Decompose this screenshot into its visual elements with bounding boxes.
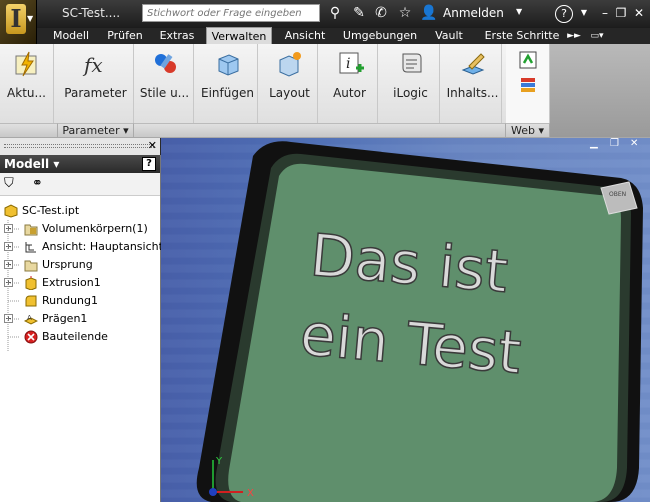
ilogic-button[interactable]: iLogic ▼ [382, 44, 440, 132]
tab-erste-schritte[interactable]: Erste Schritte [477, 28, 567, 44]
graphics-viewport[interactable]: OBEN Das ist ein Test Y X [161, 138, 650, 502]
signin-link[interactable]: Anmelden [443, 6, 504, 20]
group-parameter: Parameter ▾ [58, 123, 134, 137]
update-button[interactable]: Aktu... ▼ [0, 44, 54, 132]
ribbon-tab-bar: Modell Prüfen Extras Verwalten Ansicht U… [0, 27, 650, 45]
lightning-update-icon [15, 51, 36, 77]
search-input[interactable] [142, 4, 320, 22]
browser-title-dropdown[interactable]: Modell ▾ [4, 155, 59, 173]
binoculars-icon[interactable]: ⚲ [326, 4, 344, 22]
close-icon[interactable]: ✕ [148, 139, 157, 152]
parameter-button[interactable]: fx Parameter [58, 44, 134, 124]
model-browser: Modell ▾ ? ⛉ ⚭ SC-Test.ipt + Volumenkörp… [0, 155, 163, 502]
tab-extras[interactable]: Extras [152, 28, 202, 44]
web-link-icon[interactable] [518, 50, 538, 70]
chevron-down-icon: ▼ [27, 14, 34, 23]
inventor-logo-icon: I [6, 4, 26, 34]
more-tabs-icon[interactable]: ►► [566, 28, 582, 44]
tab-umgebungen[interactable]: Umgebungen [338, 28, 422, 44]
web-group-buttons [506, 44, 550, 123]
tab-modell[interactable]: Modell [46, 28, 96, 44]
chevron-down-icon[interactable]: ▼ [516, 7, 522, 16]
axis-x-label: X [247, 488, 254, 499]
svg-text:fx: fx [82, 53, 103, 77]
browser-help-button[interactable]: ? [142, 157, 156, 171]
chevron-down-icon[interactable]: ▼ [575, 4, 593, 22]
fx-icon: fx [82, 53, 103, 77]
content-center-icon [461, 53, 485, 75]
author-button[interactable]: i Autor ▼ [322, 44, 378, 132]
tab-verwalten[interactable]: Verwalten [206, 27, 272, 45]
window-title: SC-Test.... [62, 6, 121, 20]
ilogic-scroll-icon [402, 53, 421, 73]
close-icon[interactable]: ✕ [630, 4, 648, 22]
favorites-star-icon[interactable]: ☆ [396, 4, 414, 22]
tab-vault[interactable]: Vault [427, 28, 471, 44]
web-books-icon[interactable] [518, 74, 538, 94]
tab-ansicht[interactable]: Ansicht [277, 28, 333, 44]
axis-y-label: Y [215, 456, 223, 467]
group-misc-empty [134, 123, 506, 137]
wrench-icon[interactable]: ✎ [350, 4, 368, 22]
close-icon[interactable]: ✕ [630, 138, 638, 149]
user-icon: 👤 [420, 5, 438, 21]
minimize-icon[interactable]: ▁ [590, 138, 598, 149]
tree-connector-lines [7, 220, 20, 352]
viewport-window-controls: ▁ ❐ ✕ [590, 138, 650, 154]
svg-text:i: i [346, 56, 350, 72]
communication-icon[interactable]: ✆ [372, 4, 390, 22]
restore-icon[interactable]: ❐ [612, 4, 630, 22]
filter-icon[interactable]: ⛉ [4, 176, 14, 191]
ribbon-empty-area [550, 44, 650, 137]
layout-button[interactable]: Layout ▼ [262, 44, 318, 132]
layout-cube-icon [279, 52, 301, 77]
browser-header: Modell ▾ ? [0, 155, 160, 173]
find-binoculars-icon[interactable]: ⚭ [32, 176, 43, 191]
group-update-empty [0, 123, 58, 137]
title-bar: SC-Test.... ⚲ ✎ ✆ ☆ 👤 Anmelden ▼ ? ▼ – ❐… [0, 0, 650, 28]
styles-palette-icon [154, 54, 176, 73]
panel-options-icon[interactable]: ▭▾ [586, 28, 608, 44]
insert-button[interactable]: Einfügen ▼ [198, 44, 258, 132]
viewport-scene: OBEN Das ist ein Test Y X [196, 141, 643, 502]
help-button[interactable]: ? [555, 5, 573, 23]
restore-icon[interactable]: ❐ [610, 138, 619, 149]
browser-toolbar: ⛉ ⚭ [0, 173, 160, 196]
viewcube-label: OBEN [609, 191, 626, 198]
application-menu-button[interactable]: I ▼ [0, 0, 37, 44]
browser-pin-bar: ✕ [0, 138, 160, 156]
tab-pruefen[interactable]: Prüfen [100, 28, 150, 44]
insert-cube-icon [218, 54, 238, 76]
content-center-button[interactable]: Inhalts... ▼ [444, 44, 502, 132]
group-web: Web ▾ [506, 123, 550, 137]
styles-button[interactable]: Stile u... ▼ [136, 44, 194, 132]
author-info-icon: i [339, 52, 364, 74]
